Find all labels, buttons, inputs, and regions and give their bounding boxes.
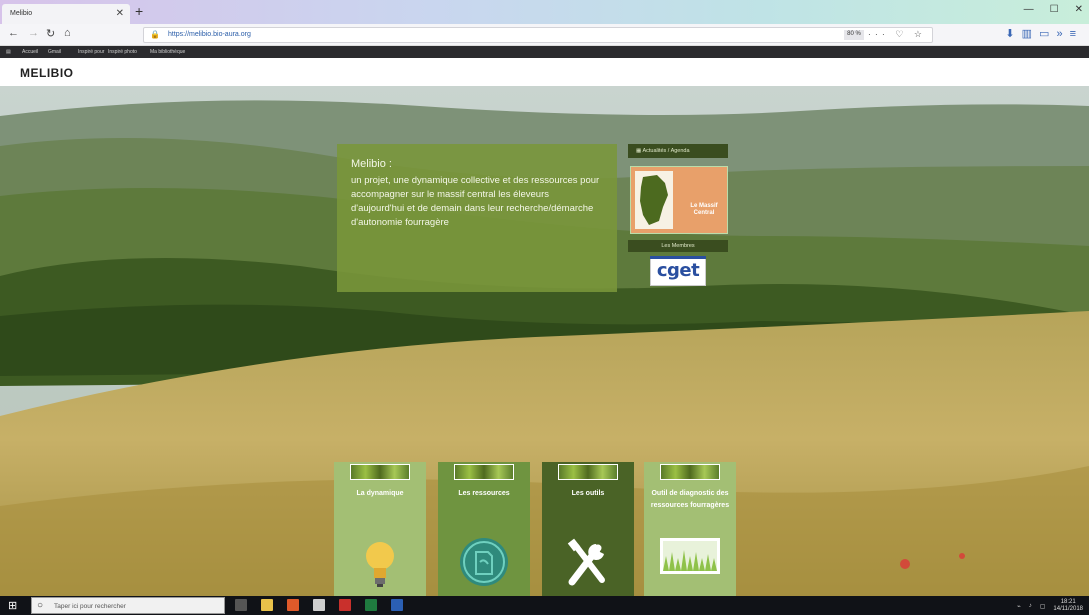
bookmark-item[interactable]: Inspiré photo	[108, 49, 137, 55]
card-dynamique[interactable]: La dynamique	[334, 462, 426, 596]
intro-title: Melibio :	[351, 158, 392, 170]
card-outils[interactable]: Les outils	[542, 462, 634, 596]
cget-logo-bar	[650, 256, 706, 259]
clock[interactable]: 18:21 14/11/2018	[1053, 599, 1083, 613]
card-ressources[interactable]: Les ressources	[438, 462, 530, 596]
url-bar[interactable]: 🔒 https://melibio.bio-aura.org 80 % ··· …	[143, 27, 933, 43]
task-view-icon[interactable]	[235, 599, 247, 611]
acrobat-icon[interactable]	[339, 599, 351, 611]
tab-title: Melibio	[10, 10, 33, 17]
bookmark-item[interactable]: Gmail	[48, 49, 61, 55]
overflow-icon[interactable]: »	[1056, 28, 1069, 40]
browser-tab-bar: Melibio ✕ + — ☐ ✕	[0, 0, 1089, 24]
meadow-icon	[660, 538, 720, 574]
card-thumbnail	[558, 464, 618, 480]
back-icon[interactable]: ←	[8, 27, 19, 39]
taskbar-apps	[235, 599, 403, 611]
firefox-icon[interactable]	[287, 599, 299, 611]
word-icon[interactable]	[391, 599, 403, 611]
screen: Melibio ✕ + — ☐ ✕ ← → ↻ ⌂ 🔒 https://meli…	[0, 0, 1089, 615]
sidebar-icon[interactable]: ▭	[1039, 28, 1056, 40]
bookmark-item[interactable]: Ma bibliothèque	[150, 49, 185, 55]
toolbar-icons: ⬇▥▭»≡	[1005, 27, 1083, 40]
file-explorer-icon[interactable]	[261, 599, 273, 611]
search-placeholder: Taper ici pour rechercher	[54, 603, 126, 610]
cget-logo[interactable]: cget	[650, 256, 706, 286]
network-icon[interactable]: ⌁	[1017, 603, 1021, 610]
clock-time: 18:21	[1060, 599, 1076, 605]
clock-date: 14/11/2018	[1053, 606, 1083, 612]
reload-icon[interactable]: ↻	[46, 27, 55, 40]
massif-central-map-icon	[635, 171, 673, 229]
tools-icon	[567, 538, 605, 586]
forward-icon[interactable]: →	[28, 27, 39, 39]
browser-tab[interactable]: Melibio ✕	[2, 4, 130, 24]
download-icon[interactable]: ⬇	[1005, 28, 1021, 40]
excel-icon[interactable]	[365, 599, 377, 611]
tab-close-icon[interactable]: ✕	[116, 8, 124, 19]
card-diagnostic[interactable]: Outil de diagnostic des ressources fourr…	[644, 462, 736, 596]
news-image[interactable]: Le Massif Central	[630, 166, 728, 234]
bookmark-item[interactable]: Accueil	[22, 49, 38, 55]
menu-icon[interactable]: ≡	[1070, 28, 1083, 40]
intro-panel: Melibio : un projet, une dynamique colle…	[337, 144, 617, 292]
calendar-icon: ▦	[636, 148, 642, 154]
windows-taskbar: ⊞ ○ Taper ici pour rechercher ⌁ ♪ ▢ 18:2…	[0, 596, 1089, 615]
zoom-level[interactable]: 80 %	[844, 30, 864, 40]
card-title: Les ressources	[458, 490, 510, 497]
news-image-caption: Le Massif Central	[690, 203, 718, 216]
calculator-icon[interactable]	[313, 599, 325, 611]
members-link[interactable]: Les Membres	[628, 240, 728, 252]
library-icon[interactable]: ▥	[1022, 28, 1039, 40]
intro-text: un projet, une dynamique collective et d…	[351, 175, 600, 228]
news-widget: ▦ Actualités / Agenda Le Massif Central …	[628, 144, 730, 320]
minimize-icon[interactable]: —	[1024, 4, 1034, 15]
card-thumbnail	[454, 464, 514, 480]
card-thumbnail	[660, 464, 720, 480]
lock-icon: 🔒	[150, 30, 160, 39]
page-actions-icon[interactable]: ··· ♡ ☆	[868, 29, 926, 40]
card-title: Outil de diagnostic des ressources fourr…	[650, 490, 730, 509]
bookmark-item[interactable]: Inspiré pour	[78, 49, 104, 55]
browser-nav-bar: ← → ↻ ⌂ 🔒 https://melibio.bio-aura.org 8…	[0, 24, 1089, 46]
new-tab-icon[interactable]: +	[135, 3, 143, 19]
menu-cards: La dynamique Les ressources Les outils O…	[0, 462, 1089, 596]
news-header[interactable]: ▦ Actualités / Agenda	[628, 144, 728, 158]
taskbar-search-box[interactable]: ○ Taper ici pour rechercher	[31, 597, 225, 614]
search-icon: ○	[37, 600, 44, 611]
web-page: MELIBIO Melibio : un projet, une dynamiq…	[0, 58, 1089, 596]
maximize-icon[interactable]: ☐	[1050, 4, 1059, 15]
card-title: La dynamique	[356, 490, 404, 497]
news-header-label: Actualités / Agenda	[642, 148, 690, 154]
volume-icon[interactable]: ♪	[1029, 603, 1032, 609]
lightbulb-icon	[366, 542, 394, 587]
document-circle-icon	[460, 538, 508, 586]
home-icon[interactable]: ⌂	[64, 27, 71, 39]
bookmarks-bar: ▤ Accueil Gmail Inspiré pour Inspiré pho…	[0, 46, 1089, 58]
site-header: MELIBIO	[0, 58, 1089, 86]
bookmarks-toggle-icon[interactable]: ▤	[6, 49, 11, 55]
site-logo[interactable]: MELIBIO	[20, 66, 74, 80]
windows-start-icon[interactable]: ⊞	[8, 599, 17, 612]
system-tray: ⌁ ♪ ▢ 18:21 14/11/2018	[1017, 599, 1083, 613]
window-controls: — ☐ ✕	[1024, 4, 1083, 15]
notification-icon[interactable]: ▢	[1040, 603, 1046, 610]
close-window-icon[interactable]: ✕	[1075, 4, 1083, 15]
card-title: Les outils	[571, 490, 605, 497]
url-text: https://melibio.bio-aura.org	[168, 31, 251, 38]
card-thumbnail	[350, 464, 410, 480]
